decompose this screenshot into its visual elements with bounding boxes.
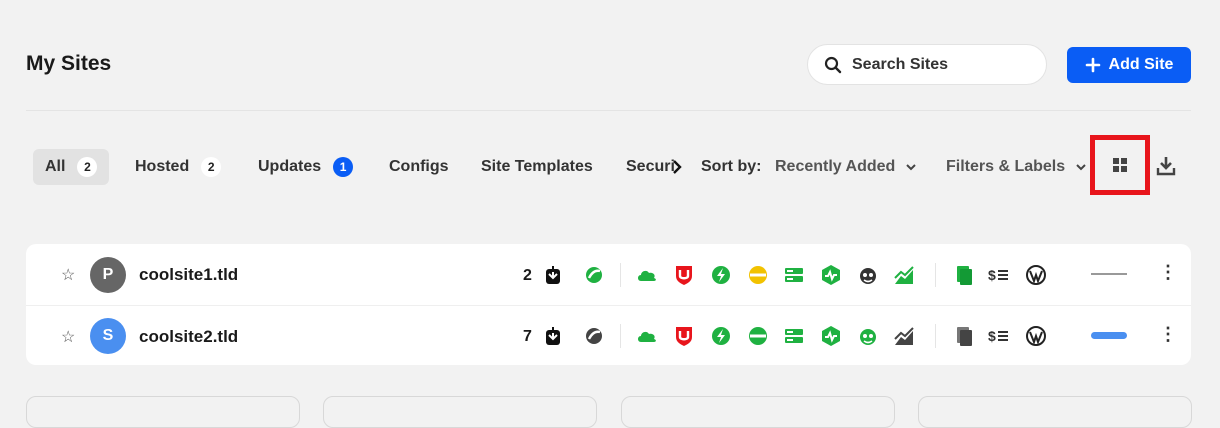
page-title: My Sites xyxy=(26,52,112,75)
uptime-icon[interactable] xyxy=(820,325,842,347)
wordpress-icon[interactable] xyxy=(1025,264,1047,286)
add-site-button[interactable]: Add Site xyxy=(1067,47,1191,83)
tab-label: Configs xyxy=(389,158,449,175)
updates-count: 7 xyxy=(523,328,532,345)
star-icon[interactable]: ☆ xyxy=(61,327,75,347)
filters-dropdown[interactable]: Filters & Labels xyxy=(946,158,1087,176)
filters-label: Filters & Labels xyxy=(946,158,1066,175)
sort-label: Sort by: xyxy=(701,158,762,175)
column-divider xyxy=(620,324,621,348)
download-icon[interactable] xyxy=(1156,156,1176,176)
updates-count: 2 xyxy=(523,267,532,284)
uptime-icon[interactable] xyxy=(820,264,842,286)
bolt-icon[interactable] xyxy=(710,325,732,347)
star-icon[interactable]: ☆ xyxy=(61,265,75,285)
update-icon[interactable] xyxy=(542,325,564,347)
update-icon[interactable] xyxy=(542,264,564,286)
analytics-icon[interactable] xyxy=(893,264,915,286)
site-card-placeholder xyxy=(323,396,597,428)
column-divider xyxy=(620,263,621,287)
server-icon[interactable] xyxy=(783,325,805,347)
reports-icon[interactable] xyxy=(953,325,975,347)
site-name[interactable]: coolsite1.tld xyxy=(139,265,238,285)
avatar: P xyxy=(90,257,126,293)
column-divider xyxy=(935,263,936,287)
billing-icon[interactable]: $ xyxy=(988,325,1010,347)
site-card-placeholder xyxy=(26,396,300,428)
reports-icon[interactable] xyxy=(953,264,975,286)
site-card-placeholder xyxy=(621,396,895,428)
server-icon[interactable] xyxy=(783,264,805,286)
grid-view-toggle[interactable] xyxy=(1090,135,1150,195)
menu-icon[interactable] xyxy=(747,264,769,286)
shield-icon[interactable] xyxy=(673,325,695,347)
chevron-down-icon xyxy=(906,164,917,171)
header-divider xyxy=(26,110,1191,111)
search-icon xyxy=(824,56,842,73)
tab-label: All xyxy=(45,158,66,175)
performance-indicator xyxy=(1091,332,1127,339)
sort-value: Recently Added xyxy=(775,158,896,175)
tab-label: Site Templates xyxy=(481,158,593,175)
sort-dropdown[interactable]: Recently Added xyxy=(775,158,917,176)
cloud-icon[interactable] xyxy=(636,325,658,347)
kebab-icon[interactable]: ⋮ xyxy=(1159,325,1177,343)
seo-icon[interactable] xyxy=(857,325,879,347)
tab-updates[interactable]: Updates 1 xyxy=(258,149,354,185)
search-input[interactable] xyxy=(850,54,1034,75)
column-divider xyxy=(935,324,936,348)
kebab-icon[interactable]: ⋮ xyxy=(1159,263,1177,281)
avatar-initial: S xyxy=(102,327,114,344)
tab-label: Updates xyxy=(258,158,322,175)
add-site-label: Add Site xyxy=(1108,56,1174,73)
performance-indicator xyxy=(1091,273,1127,275)
tab-count-badge: 2 xyxy=(201,157,222,177)
shield-icon[interactable] xyxy=(673,264,695,286)
menu-icon[interactable] xyxy=(747,325,769,347)
tab-security[interactable]: Securi xyxy=(626,149,678,185)
tab-count-badge: 2 xyxy=(77,157,98,177)
grid-view-icon xyxy=(1113,158,1127,172)
cloud-icon[interactable] xyxy=(636,264,658,286)
hosting-icon[interactable] xyxy=(583,264,605,286)
avatar-initial: P xyxy=(102,266,114,283)
tab-all[interactable]: All 2 xyxy=(33,149,110,185)
svg-text:$: $ xyxy=(988,328,996,344)
bolt-icon[interactable] xyxy=(710,264,732,286)
wordpress-icon[interactable] xyxy=(1025,325,1047,347)
row-divider xyxy=(26,305,1191,306)
tab-site-templates[interactable]: Site Templates xyxy=(481,149,593,185)
seo-icon[interactable] xyxy=(857,264,879,286)
search-box[interactable] xyxy=(807,44,1047,85)
tab-configs[interactable]: Configs xyxy=(389,149,449,185)
tab-label: Hosted xyxy=(135,158,190,175)
tab-label: Securi xyxy=(626,158,675,175)
plus-icon xyxy=(1085,57,1100,73)
site-card-placeholder xyxy=(918,396,1192,428)
site-name[interactable]: coolsite2.tld xyxy=(139,327,238,347)
chevron-down-icon xyxy=(1076,164,1086,171)
analytics-icon[interactable] xyxy=(893,325,915,347)
tab-hosted[interactable]: Hosted 2 xyxy=(135,149,222,185)
tab-count-badge: 1 xyxy=(333,157,354,177)
hosting-icon[interactable] xyxy=(583,325,605,347)
svg-text:$: $ xyxy=(988,267,996,283)
chevron-right-icon[interactable] xyxy=(672,158,682,176)
billing-icon[interactable]: $ xyxy=(988,264,1010,286)
avatar: S xyxy=(90,318,126,354)
